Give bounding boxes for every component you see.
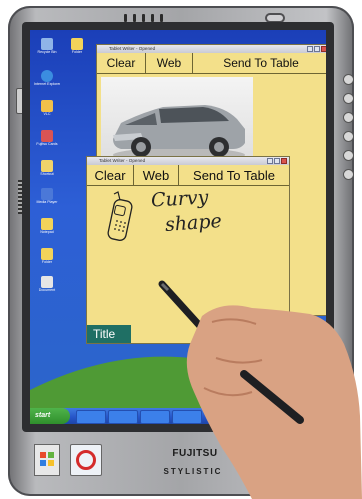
windows-logo-icon: [40, 452, 54, 466]
folder-icon: [41, 248, 53, 260]
minimize-icon[interactable]: [267, 158, 273, 164]
desktop-icon[interactable]: Notepad: [34, 218, 60, 234]
shortcut-icon: [41, 160, 53, 172]
desktop-icon[interactable]: Internet Explorer: [34, 70, 60, 86]
desktop-icon[interactable]: Document: [34, 276, 60, 292]
clear-button[interactable]: Clear: [97, 53, 146, 73]
window-toolbar: Clear Web Send To Table: [87, 165, 289, 186]
desktop-icon[interactable]: VLC: [34, 100, 60, 116]
media-player-icon: [41, 188, 53, 200]
minimize-icon[interactable]: [307, 46, 313, 52]
notepad-icon: [41, 218, 53, 230]
window-titlebar[interactable]: Tablet Writer - Opened: [97, 45, 326, 53]
recycle-bin-icon: [41, 38, 53, 50]
desktop-icon[interactable]: Shortcut: [34, 160, 60, 176]
desktop-icon[interactable]: Recycle Bin: [34, 38, 60, 54]
hardware-button[interactable]: [342, 131, 354, 142]
brand-logo: FUJITSU: [172, 448, 218, 459]
desktop-icon[interactable]: Media Player: [34, 188, 60, 204]
internet-explorer-icon: [41, 70, 53, 82]
folder-icon: [71, 38, 83, 50]
title-tab[interactable]: Title: [87, 325, 131, 343]
hardware-button[interactable]: [342, 93, 354, 104]
close-icon[interactable]: [321, 46, 326, 52]
window-titlebar[interactable]: Tablet Writer - Opened: [87, 157, 289, 165]
web-button[interactable]: Web: [146, 53, 193, 73]
vlc-icon: [41, 100, 53, 112]
desktop-icon[interactable]: Folder: [64, 38, 90, 54]
maximize-icon[interactable]: [274, 158, 280, 164]
web-button[interactable]: Web: [134, 165, 179, 185]
taskbar-item[interactable]: [76, 410, 106, 424]
hardware-button[interactable]: [342, 169, 354, 180]
windows-logo-sticker: [34, 444, 60, 476]
hardware-button[interactable]: [342, 112, 354, 123]
handwriting-line-1: Curvy: [150, 186, 209, 212]
hardware-button[interactable]: [342, 150, 354, 161]
handwriting-line-2: shape: [164, 210, 223, 236]
desktop-icon[interactable]: Folder: [34, 248, 60, 264]
side-buttons: [342, 74, 354, 204]
model-name: STYLISTIC: [163, 467, 223, 476]
send-to-table-button[interactable]: Send To Table: [193, 53, 326, 73]
window-toolbar: Clear Web Send To Table: [97, 53, 326, 74]
desktop-icon[interactable]: Fujitsu Cards: [34, 130, 60, 146]
taskbar-item[interactable]: [108, 410, 138, 424]
start-button[interactable]: start: [30, 408, 70, 424]
cards-icon: [41, 130, 53, 142]
close-icon[interactable]: [281, 158, 287, 164]
phone-sketch-icon: [107, 191, 133, 241]
clear-button[interactable]: Clear: [87, 165, 134, 185]
send-to-table-button[interactable]: Send To Table: [179, 165, 289, 185]
document-icon: [41, 276, 53, 288]
stylus-pen-end: [240, 370, 304, 424]
processor-sticker: [70, 444, 102, 476]
maximize-icon[interactable]: [314, 46, 320, 52]
hardware-button[interactable]: [342, 74, 354, 85]
